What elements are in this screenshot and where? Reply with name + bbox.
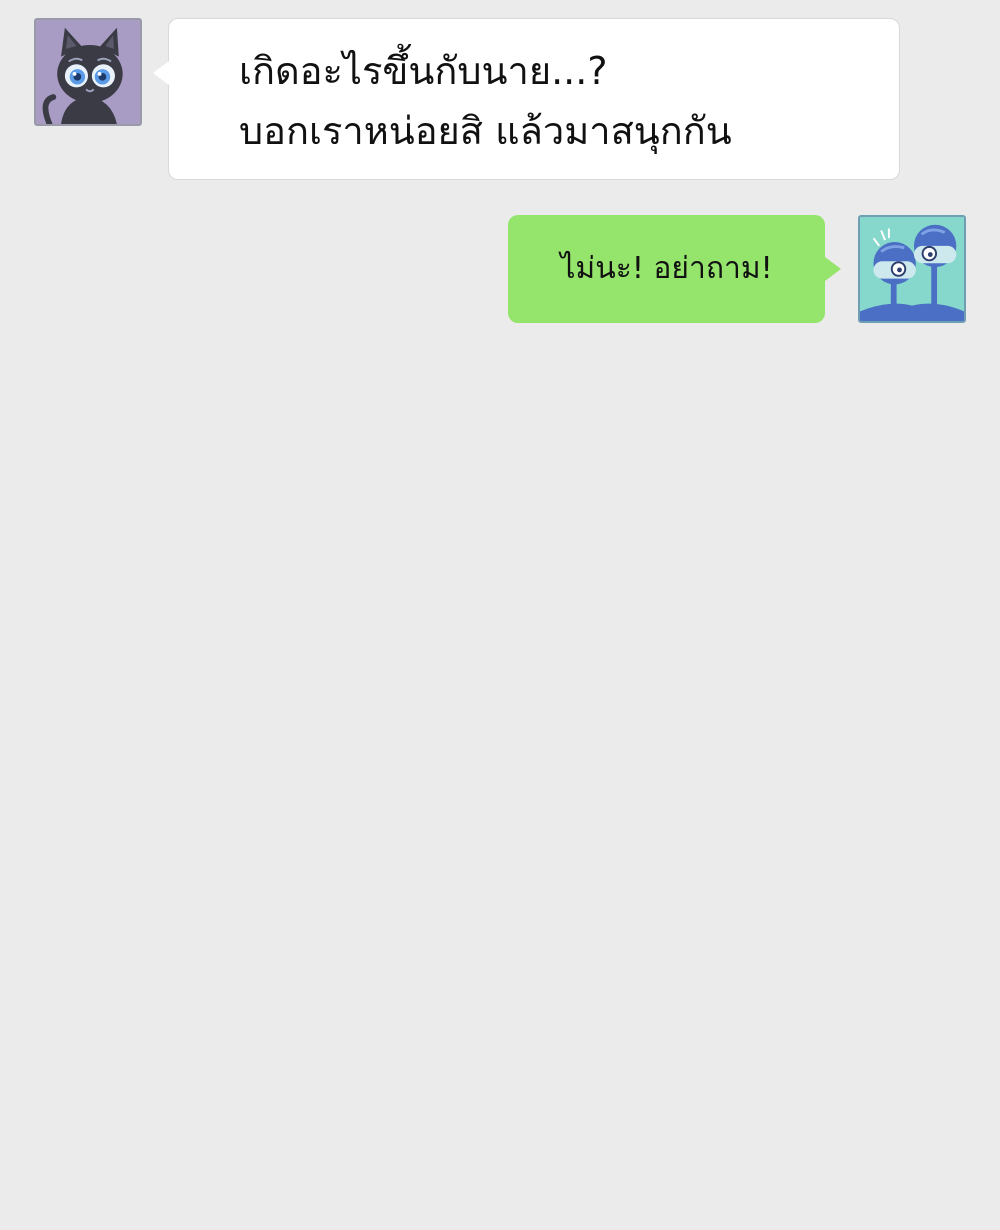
chat-area: เกิดอะไรขึ้นกับนาย...? บอกเราหน่อยสิ แล้…	[0, 0, 1000, 1230]
cat-avatar-icon	[36, 20, 140, 124]
message-text-line: ไม่นะ! อย่าถาม!	[560, 251, 773, 286]
bird-avatar[interactable]	[858, 215, 966, 323]
message-text-line: เกิดอะไรขึ้นกับนาย...?	[239, 49, 608, 93]
incoming-message-bubble[interactable]: เกิดอะไรขึ้นกับนาย...? บอกเราหน่อยสิ แล้…	[153, 18, 900, 180]
outgoing-message-bubble[interactable]: ไม่นะ! อย่าถาม!	[508, 215, 841, 323]
cat-avatar[interactable]	[34, 18, 142, 126]
message-text-line: บอกเราหน่อยสิ แล้วมาสนุกกัน	[239, 109, 732, 153]
bird-avatar-icon	[860, 217, 964, 321]
